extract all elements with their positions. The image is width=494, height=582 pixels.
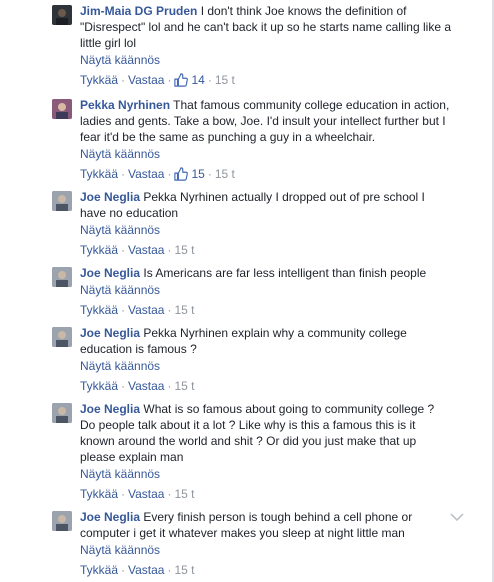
- avatar[interactable]: [52, 403, 72, 423]
- comment-text: Is Americans are far less intelligent th…: [143, 266, 427, 280]
- like-count[interactable]: 14: [174, 73, 205, 87]
- like-count[interactable]: 15: [174, 167, 205, 181]
- comment-actions: Tykkää · Vastaa · 15 t: [80, 378, 452, 394]
- comment: Pekka Nyrhinen That famous community col…: [52, 97, 452, 182]
- like-button[interactable]: Tykkää: [80, 303, 118, 317]
- separator: ·: [207, 73, 212, 87]
- comment-actions: Tykkää · Vastaa · 15 t: [80, 562, 452, 578]
- thumbs-up-icon: [174, 73, 189, 87]
- separator: ·: [167, 167, 172, 181]
- separator: ·: [167, 379, 172, 393]
- comment: Joe Neglia Every finish person is tough …: [52, 509, 452, 578]
- separator: ·: [121, 487, 126, 501]
- like-button[interactable]: Tykkää: [80, 73, 118, 87]
- separator: ·: [207, 167, 212, 181]
- comment-actions: Tykkää · Vastaa · 15 t: [80, 302, 452, 318]
- avatar[interactable]: [52, 5, 72, 25]
- comment-actions: Tykkää · Vastaa · 15 t: [80, 486, 452, 502]
- separator: ·: [121, 303, 126, 317]
- comment-author[interactable]: Joe Neglia: [80, 190, 140, 204]
- translate-link[interactable]: Näytä käännös: [80, 52, 452, 68]
- like-button[interactable]: Tykkää: [80, 379, 118, 393]
- avatar[interactable]: [52, 511, 72, 531]
- like-button[interactable]: Tykkää: [80, 243, 118, 257]
- translate-link[interactable]: Näytä käännös: [80, 222, 452, 238]
- separator: ·: [121, 243, 126, 257]
- separator: ·: [167, 563, 172, 577]
- separator: ·: [167, 243, 172, 257]
- translate-link[interactable]: Näytä käännös: [80, 542, 452, 558]
- separator: ·: [121, 73, 126, 87]
- comment-time[interactable]: 15 t: [174, 243, 194, 257]
- comment-time[interactable]: 15 t: [174, 487, 194, 501]
- comment-actions: Tykkää · Vastaa · 15 t: [80, 242, 452, 258]
- separator: ·: [167, 303, 172, 317]
- comment-author[interactable]: Joe Neglia: [80, 402, 140, 416]
- reply-button[interactable]: Vastaa: [128, 563, 164, 577]
- comment-actions: Tykkää · Vastaa · 15 · 15 t: [80, 166, 452, 182]
- comment-time[interactable]: 15 t: [174, 303, 194, 317]
- like-button[interactable]: Tykkää: [80, 487, 118, 501]
- comment-time[interactable]: 15 t: [215, 73, 235, 87]
- thumbs-up-icon: [174, 167, 189, 181]
- avatar[interactable]: [52, 191, 72, 211]
- reply-button[interactable]: Vastaa: [128, 167, 164, 181]
- comment-time[interactable]: 15 t: [174, 563, 194, 577]
- comment: Joe Neglia Is Americans are far less int…: [52, 265, 452, 318]
- comment: Joe Neglia Pekka Nyrhinen explain why a …: [52, 325, 452, 394]
- reply-button[interactable]: Vastaa: [128, 379, 164, 393]
- reply-button[interactable]: Vastaa: [128, 73, 164, 87]
- reply-button[interactable]: Vastaa: [128, 243, 164, 257]
- reply-button[interactable]: Vastaa: [128, 303, 164, 317]
- translate-link[interactable]: Näytä käännös: [80, 358, 452, 374]
- comment-author[interactable]: Joe Neglia: [80, 510, 140, 524]
- separator: ·: [167, 73, 172, 87]
- chevron-down-icon[interactable]: [450, 512, 464, 522]
- comment-author[interactable]: Pekka Nyrhinen: [80, 98, 170, 112]
- separator: ·: [121, 167, 126, 181]
- comment: Joe Neglia What is so famous about going…: [52, 401, 452, 502]
- avatar[interactable]: [52, 99, 72, 119]
- comment: Joe Neglia Pekka Nyrhinen actually I dro…: [52, 189, 452, 258]
- comment-author[interactable]: Jim-Maia DG Pruden: [80, 4, 197, 18]
- translate-link[interactable]: Näytä käännös: [80, 282, 452, 298]
- comment-author[interactable]: Joe Neglia: [80, 266, 140, 280]
- separator: ·: [121, 379, 126, 393]
- comment-time[interactable]: 15 t: [215, 167, 235, 181]
- separator: ·: [121, 563, 126, 577]
- translate-link[interactable]: Näytä käännös: [80, 146, 452, 162]
- like-button[interactable]: Tykkää: [80, 167, 118, 181]
- comment: Jim-Maia DG Pruden I don't think Joe kno…: [52, 3, 452, 88]
- separator: ·: [167, 487, 172, 501]
- comment-actions: Tykkää · Vastaa · 14 · 15 t: [80, 72, 452, 88]
- avatar[interactable]: [52, 267, 72, 287]
- comment-author[interactable]: Joe Neglia: [80, 326, 140, 340]
- comment-time[interactable]: 15 t: [174, 379, 194, 393]
- translate-link[interactable]: Näytä käännös: [80, 466, 452, 482]
- like-button[interactable]: Tykkää: [80, 563, 118, 577]
- reply-button[interactable]: Vastaa: [128, 487, 164, 501]
- avatar[interactable]: [52, 327, 72, 347]
